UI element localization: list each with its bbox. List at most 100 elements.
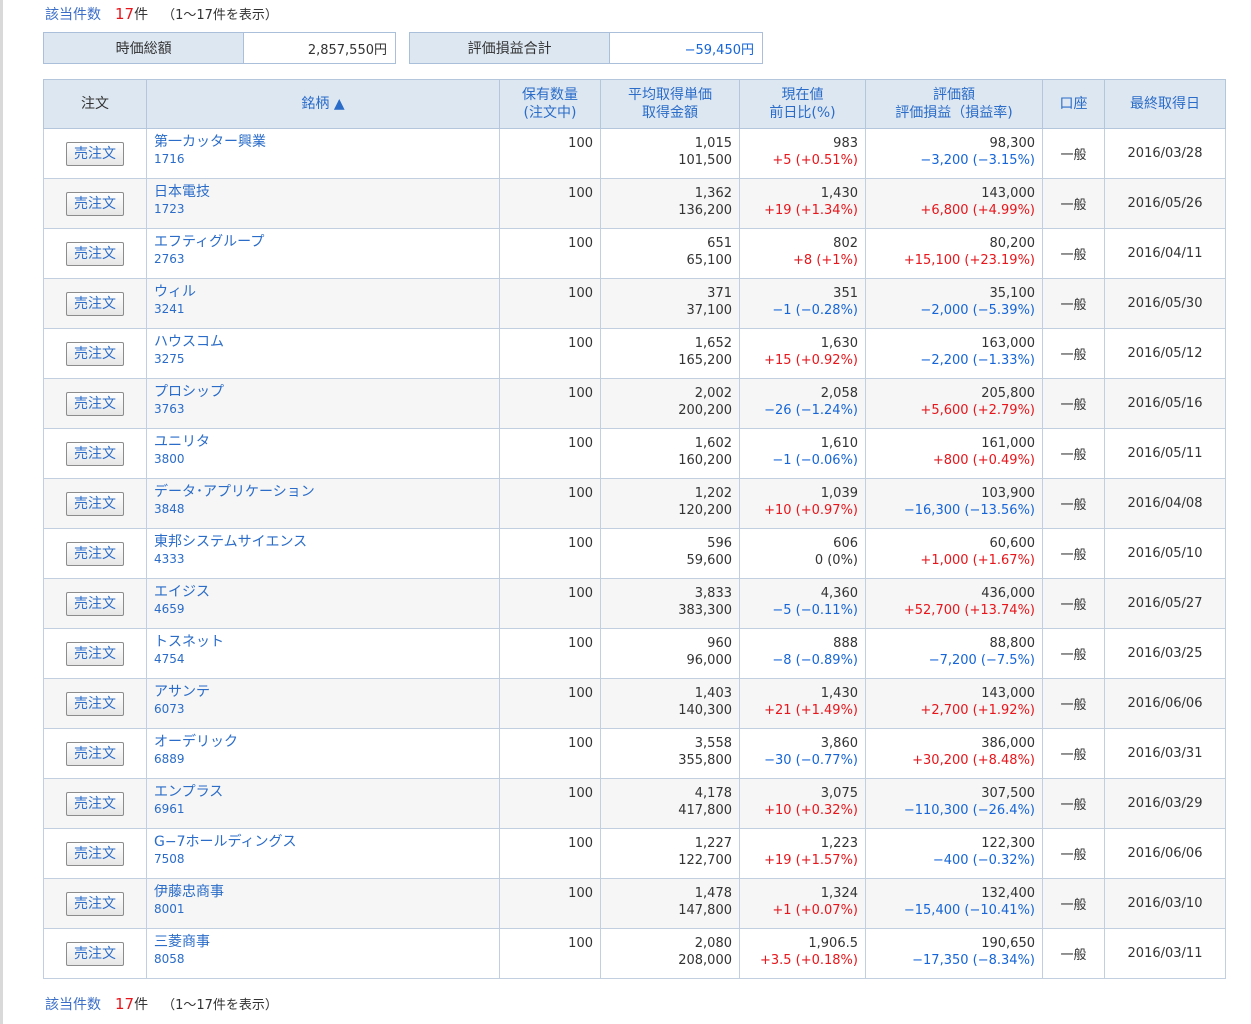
sell-order-button[interactable]: 売注文 xyxy=(66,191,124,216)
sell-order-button[interactable]: 売注文 xyxy=(66,891,124,916)
stock-code-link[interactable]: 3800 xyxy=(154,451,492,468)
count-label: 該当件数 xyxy=(45,997,101,1013)
eval-cell: 143,000 +2,700 (+1.92%) xyxy=(865,678,1043,729)
stock-name-link[interactable]: 東邦システムサイエンス xyxy=(154,529,492,551)
stock-code-link[interactable]: 6961 xyxy=(154,801,492,818)
profit-loss: −16,300 (−13.56%) xyxy=(903,503,1035,518)
eval-cell: 35,100 −2,000 (−5.39%) xyxy=(865,278,1043,329)
sell-order-button[interactable]: 売注文 xyxy=(66,691,124,716)
stock-name-link[interactable]: データ･アプリケーション xyxy=(154,479,492,501)
stock-name-link[interactable]: アサンテ xyxy=(154,679,492,701)
stock-cell: プロシップ 3763 xyxy=(146,378,500,429)
current-price: 1,430 xyxy=(820,186,858,201)
stock-code-link[interactable]: 3848 xyxy=(154,501,492,518)
stock-code-link[interactable]: 1716 xyxy=(154,151,492,168)
result-count-top: 該当件数 17件 （1〜17件を表示） xyxy=(45,4,278,24)
avg-cell: 2,080 208,000 xyxy=(600,928,740,979)
stock-name-link[interactable]: 第一カッター興業 xyxy=(154,129,492,151)
header-price[interactable]: 現在値 前日比(%) xyxy=(739,79,866,129)
stock-code-link[interactable]: 3241 xyxy=(154,301,492,318)
eval-cell: 60,600 +1,000 (+1.67%) xyxy=(865,528,1043,579)
market-value: 122,300 xyxy=(981,836,1035,851)
eval-cell: 88,800 −7,200 (−7.5%) xyxy=(865,628,1043,679)
header-name-label: 銘柄 ▲ xyxy=(301,96,345,112)
account-type: 一般 xyxy=(1042,678,1105,729)
avg-price: 960 xyxy=(707,636,732,651)
stock-name-link[interactable]: オーデリック xyxy=(154,729,492,751)
stock-code-link[interactable]: 6889 xyxy=(154,751,492,768)
current-price: 983 xyxy=(833,136,858,151)
stock-code-link[interactable]: 4754 xyxy=(154,651,492,668)
stock-name-link[interactable]: プロシップ xyxy=(154,379,492,401)
holding-qty: 100 xyxy=(568,136,593,151)
current-price: 888 xyxy=(833,636,858,651)
stock-name-link[interactable]: エンプラス xyxy=(154,779,492,801)
stock-code-link[interactable]: 4659 xyxy=(154,601,492,618)
avg-price: 2,080 xyxy=(694,936,732,951)
sell-order-button[interactable]: 売注文 xyxy=(66,741,124,766)
sell-order-button[interactable]: 売注文 xyxy=(66,291,124,316)
stock-code-link[interactable]: 4333 xyxy=(154,551,492,568)
order-cell: 売注文 xyxy=(43,578,147,629)
stock-name-link[interactable]: ハウスコム xyxy=(154,329,492,351)
avg-cell: 1,652 165,200 xyxy=(600,328,740,379)
acquisition-cost: 383,300 xyxy=(678,603,732,618)
header-date[interactable]: 最終取得日 xyxy=(1104,79,1226,129)
sell-order-button[interactable]: 売注文 xyxy=(66,391,124,416)
last-acquired-date: 2016/03/25 xyxy=(1104,628,1226,679)
stock-code-link[interactable]: 8001 xyxy=(154,901,492,918)
stock-name-link[interactable]: 三菱商事 xyxy=(154,929,492,951)
sell-order-button[interactable]: 売注文 xyxy=(66,941,124,966)
account-type: 一般 xyxy=(1042,878,1105,929)
stock-code-link[interactable]: 1723 xyxy=(154,201,492,218)
sell-order-button[interactable]: 売注文 xyxy=(66,491,124,516)
header-qty[interactable]: 保有数量 (注文中) xyxy=(499,79,601,129)
stock-name-link[interactable]: 日本電技 xyxy=(154,179,492,201)
qty-cell: 100 xyxy=(499,928,601,979)
stock-name-link[interactable]: エイジス xyxy=(154,579,492,601)
stock-cell: 伊藤忠商事 8001 xyxy=(146,878,500,929)
sell-order-button[interactable]: 売注文 xyxy=(66,241,124,266)
count-range: （1〜17件を表示） xyxy=(162,8,278,23)
stock-name-link[interactable]: ユニリタ xyxy=(154,429,492,451)
header-eval[interactable]: 評価額 評価損益（損益率) xyxy=(865,79,1043,129)
stock-code-link[interactable]: 6073 xyxy=(154,701,492,718)
profit-loss: +1,000 (+1.67%) xyxy=(920,553,1035,568)
stock-name-link[interactable]: 伊藤忠商事 xyxy=(154,879,492,901)
sell-order-button[interactable]: 売注文 xyxy=(66,441,124,466)
stock-code-link[interactable]: 3763 xyxy=(154,401,492,418)
stock-name-link[interactable]: G−7ホールディングス xyxy=(154,829,492,851)
stock-name-link[interactable]: ウィル xyxy=(154,279,492,301)
header-account[interactable]: 口座 xyxy=(1042,79,1105,129)
qty-cell: 100 xyxy=(499,178,601,229)
header-name-sort[interactable]: 銘柄 ▲ xyxy=(146,79,500,129)
last-acquired-date: 2016/03/11 xyxy=(1104,928,1226,979)
stock-name-link[interactable]: トスネット xyxy=(154,629,492,651)
sell-order-button[interactable]: 売注文 xyxy=(66,791,124,816)
stock-code-link[interactable]: 3275 xyxy=(154,351,492,368)
current-price: 1,039 xyxy=(820,486,858,501)
sell-order-button[interactable]: 売注文 xyxy=(66,541,124,566)
holding-qty: 100 xyxy=(568,386,593,401)
avg-price: 1,202 xyxy=(694,486,732,501)
stock-code-link[interactable]: 7508 xyxy=(154,851,492,868)
header-avg[interactable]: 平均取得単価 取得金額 xyxy=(600,79,740,129)
header-eval-line2: 評価損益（損益率) xyxy=(895,105,1013,121)
sell-order-button[interactable]: 売注文 xyxy=(66,591,124,616)
header-avg-line2: 取得金額 xyxy=(642,105,698,121)
price-cell: 1,906.5 +3.5 (+0.18%) xyxy=(739,928,866,979)
sell-order-button[interactable]: 売注文 xyxy=(66,641,124,666)
stock-code-link[interactable]: 8058 xyxy=(154,951,492,968)
market-value: 386,000 xyxy=(981,736,1035,751)
price-cell: 1,630 +15 (+0.92%) xyxy=(739,328,866,379)
qty-cell: 100 xyxy=(499,278,601,329)
qty-cell: 100 xyxy=(499,328,601,379)
last-acquired-date: 2016/05/10 xyxy=(1104,528,1226,579)
sell-order-button[interactable]: 売注文 xyxy=(66,141,124,166)
profit-loss: −7,200 (−7.5%) xyxy=(928,653,1035,668)
stock-code-link[interactable]: 2763 xyxy=(154,251,492,268)
sell-order-button[interactable]: 売注文 xyxy=(66,841,124,866)
avg-price: 596 xyxy=(707,536,732,551)
sell-order-button[interactable]: 売注文 xyxy=(66,341,124,366)
stock-name-link[interactable]: エフティグループ xyxy=(154,229,492,251)
